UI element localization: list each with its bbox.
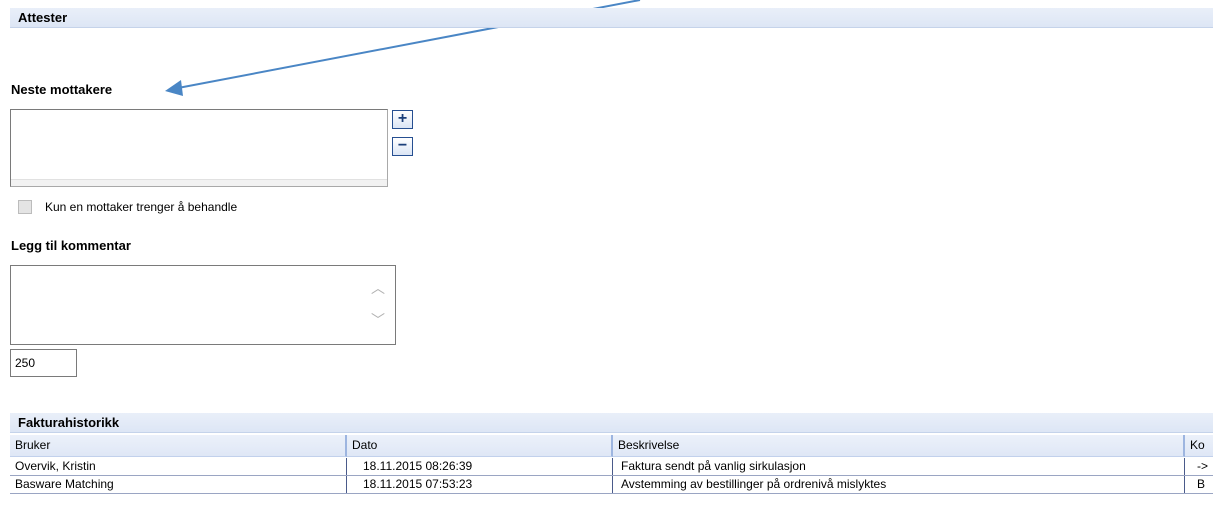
invoice-history-header: Fakturahistorikk bbox=[10, 413, 1213, 433]
table-cell-comment: B bbox=[1197, 477, 1206, 491]
table-cell-comment: -> bbox=[1197, 459, 1209, 473]
plus-icon: + bbox=[397, 110, 408, 127]
table-cell-date: 18.11.2015 07:53:23 bbox=[347, 476, 613, 493]
single-recipient-checkbox[interactable] bbox=[18, 200, 32, 214]
add-recipient-button[interactable]: + bbox=[392, 110, 413, 129]
table-cell-user: Overvik, Kristin bbox=[10, 458, 347, 475]
recipients-listbox[interactable] bbox=[10, 109, 388, 187]
remove-recipient-button[interactable]: − bbox=[392, 137, 413, 156]
attester-section-header: Attester bbox=[10, 8, 1213, 28]
add-comment-label: Legg til kommentar bbox=[11, 238, 131, 253]
next-recipients-label: Neste mottakere bbox=[11, 82, 113, 97]
scroll-down-icon[interactable]: ﹀ bbox=[371, 310, 385, 330]
table-cell-date: 18.11.2015 08:26:39 bbox=[347, 458, 613, 475]
char-count-field: 250 bbox=[10, 349, 77, 377]
table-cell-description: Faktura sendt på vanlig sirkulasjon bbox=[613, 458, 1185, 475]
single-recipient-label: Kun en mottaker trenger å behandle bbox=[45, 200, 238, 214]
minus-icon: − bbox=[397, 137, 408, 154]
table-cell-description: Avstemming av bestillinger på ordrenivå … bbox=[613, 476, 1185, 493]
comment-textarea[interactable]: ︿ ﹀ bbox=[10, 265, 396, 345]
table-cell-user: Basware Matching bbox=[10, 476, 347, 493]
scroll-up-icon[interactable]: ︿ bbox=[371, 278, 385, 298]
column-header-date[interactable]: Dato bbox=[347, 435, 613, 457]
row-separator bbox=[10, 493, 1213, 494]
column-header-comment[interactable]: Ko bbox=[1185, 435, 1213, 457]
column-header-user[interactable]: Bruker bbox=[10, 435, 347, 457]
column-header-description[interactable]: Beskrivelse bbox=[613, 435, 1185, 457]
